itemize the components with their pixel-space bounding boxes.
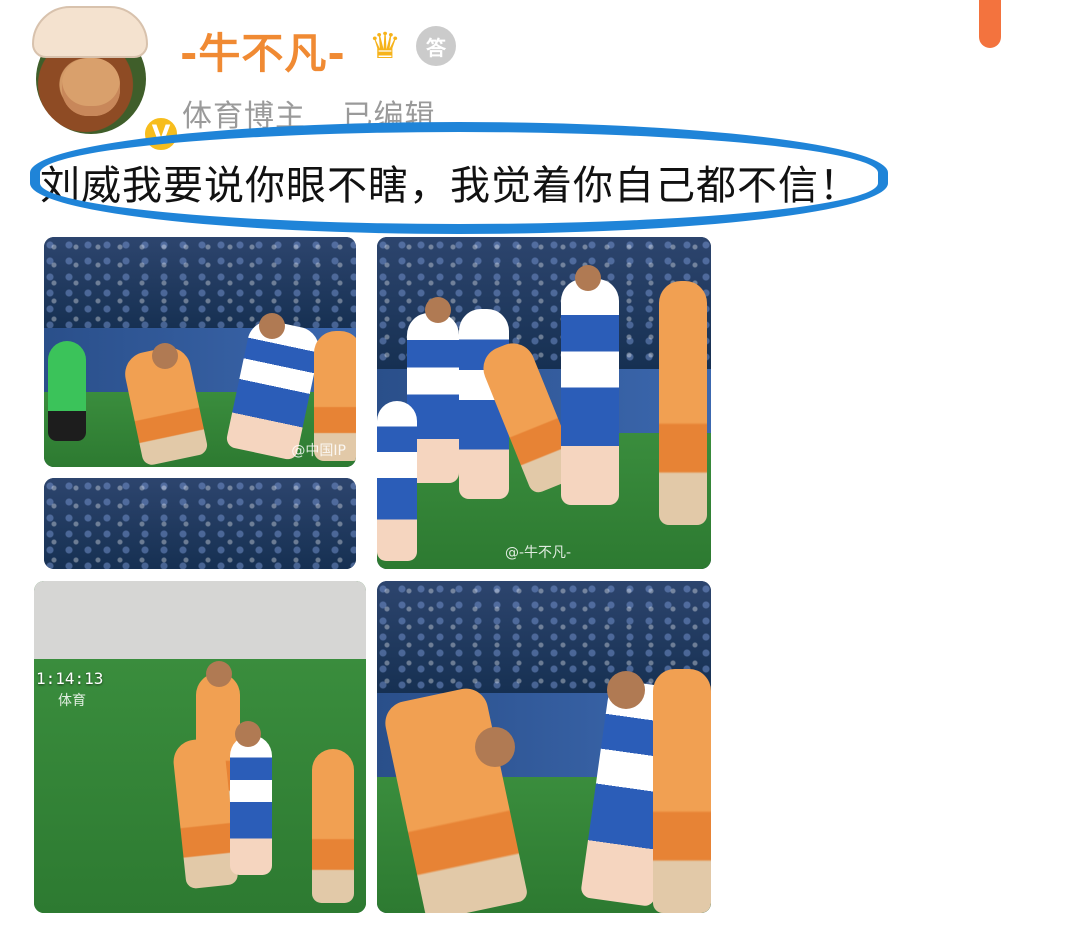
photo-bottom-left[interactable]: 体育 1:14:13	[34, 581, 366, 913]
photo-watermark: @中国IP	[291, 443, 346, 459]
post-meta: 体育博主 已编辑	[182, 91, 436, 135]
scroll-indicator	[979, 0, 1001, 48]
player-head-1	[206, 661, 232, 687]
photo-crowd	[44, 237, 356, 329]
photo-watermark: @-牛不凡-	[505, 545, 572, 561]
avatar[interactable]: V	[32, 6, 181, 154]
crown-icon: ♛	[368, 26, 402, 67]
photo-top-left[interactable]: @中国IP	[44, 237, 356, 467]
verified-icon: V	[141, 114, 181, 154]
tv-frame	[34, 581, 366, 659]
edited-label: 已编辑	[342, 99, 436, 134]
player-head-1	[152, 343, 178, 369]
blue-player-4	[377, 401, 417, 561]
avatar-face	[62, 58, 120, 116]
photo-crowd-small[interactable]	[44, 478, 356, 569]
channel-logo: 体育	[58, 693, 86, 709]
verification-label: 体育博主	[182, 99, 306, 134]
photo-bottom-right[interactable]	[377, 581, 711, 913]
photo-top-right[interactable]: @-牛不凡-	[377, 237, 711, 569]
player-head-1	[425, 297, 451, 323]
match-clock: 1:14:13	[36, 669, 104, 688]
player-head-2	[575, 265, 601, 291]
medal-icon: 答	[416, 26, 456, 66]
orange-player-2	[653, 669, 711, 913]
referee	[48, 341, 86, 441]
player-head-1	[475, 727, 515, 767]
blue-player-3	[561, 279, 619, 505]
player-head-2	[235, 721, 261, 747]
post-text: 刘威我要说你眼不瞎，我觉着你自己都不信！	[40, 163, 860, 209]
blue-player-1	[230, 735, 272, 875]
orange-player-2	[659, 281, 707, 525]
player-head-2	[259, 313, 285, 339]
username[interactable]: -牛不凡-	[180, 20, 346, 81]
avatar-hat	[32, 6, 148, 58]
player-head-2	[607, 671, 645, 709]
photo-crowd	[44, 478, 356, 569]
orange-player-3	[312, 749, 354, 903]
